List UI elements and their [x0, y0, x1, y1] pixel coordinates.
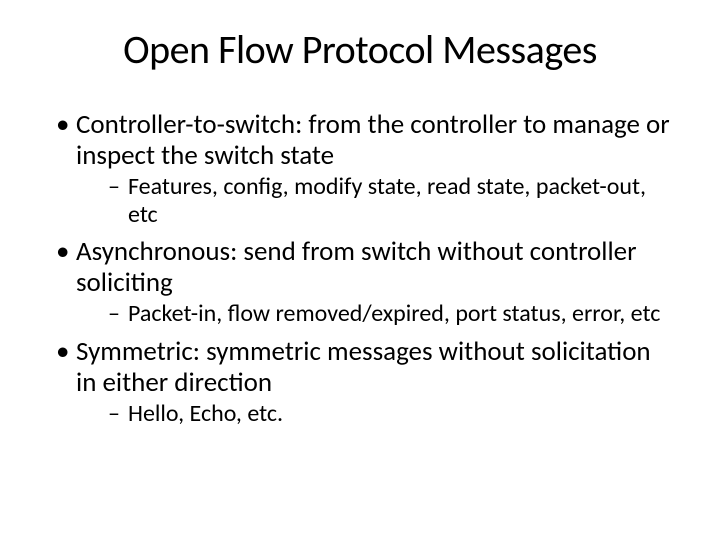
- slide-title: Open Flow Protocol Messages: [50, 25, 670, 74]
- bullet-item: Symmetric: symmetric messages without so…: [50, 336, 670, 428]
- sub-item: Packet-in, flow removed/expired, port st…: [76, 300, 670, 328]
- bullet-item: Controller-to-switch: from the controlle…: [50, 109, 670, 228]
- bullet-item: Asynchronous: send from switch without c…: [50, 236, 670, 328]
- sub-item: Features, config, modify state, read sta…: [76, 173, 670, 228]
- bullet-list: Controller-to-switch: from the controlle…: [50, 109, 670, 428]
- sub-list: Packet-in, flow removed/expired, port st…: [76, 300, 670, 328]
- bullet-text: Asynchronous: send from switch without c…: [76, 235, 637, 299]
- bullet-text: Controller-to-switch: from the controlle…: [76, 108, 670, 172]
- bullet-text: Symmetric: symmetric messages without so…: [76, 335, 651, 399]
- sub-item: Hello, Echo, etc.: [76, 400, 670, 428]
- sub-list: Hello, Echo, etc.: [76, 400, 670, 428]
- sub-text: Features, config, modify state, read sta…: [128, 172, 646, 229]
- sub-list: Features, config, modify state, read sta…: [76, 173, 670, 228]
- sub-text: Packet-in, flow removed/expired, port st…: [128, 299, 660, 328]
- sub-text: Hello, Echo, etc.: [128, 399, 283, 428]
